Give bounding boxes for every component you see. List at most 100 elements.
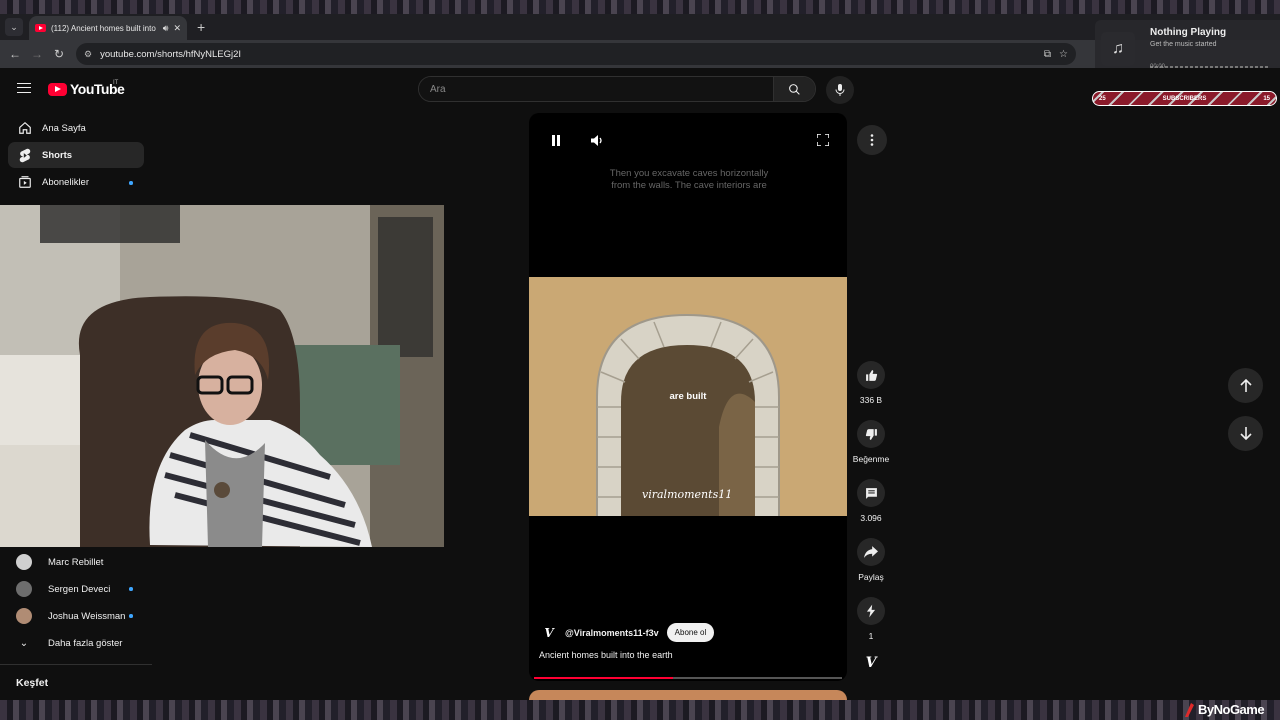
sidebar-item-label: Shorts xyxy=(42,149,73,161)
comment-icon xyxy=(865,487,877,499)
subscription-name: Sergen Deveci xyxy=(48,583,111,595)
comment-count: 3.096 xyxy=(860,513,882,523)
dislike-label: Beğenme xyxy=(852,454,890,464)
new-content-dot xyxy=(129,587,133,591)
site-info-icon[interactable]: ⚙︎ xyxy=(84,49,92,60)
sidebar-item-home[interactable]: Ana Sayfa xyxy=(8,115,144,141)
volume-icon xyxy=(590,134,602,146)
volume-button[interactable] xyxy=(587,130,607,150)
channel-name[interactable]: @Viralmoments11-f3v xyxy=(565,628,659,638)
youtube-play-logo-icon xyxy=(48,82,67,96)
search-input[interactable] xyxy=(419,77,773,101)
search-box xyxy=(418,76,816,102)
stream-frame-top xyxy=(0,0,1280,14)
video-description[interactable]: Ancient homes built into the earth xyxy=(539,650,673,660)
pause-icon xyxy=(552,134,560,146)
remix-count: 1 xyxy=(868,631,874,641)
remix-button[interactable] xyxy=(857,597,885,625)
subscriber-goal-current: 25 xyxy=(1099,95,1106,102)
subscription-sergen-deveci[interactable]: Sergen Deveci xyxy=(16,581,110,597)
bynogame-mark-icon xyxy=(1185,702,1194,717)
new-tab-button[interactable]: + xyxy=(197,19,205,35)
subscription-name: Marc Rebillet xyxy=(48,556,104,568)
subscription-marc-rebillet[interactable]: Marc Rebillet xyxy=(16,554,103,570)
explore-heading: Keşfet xyxy=(16,677,49,689)
previous-short-button[interactable] xyxy=(1228,368,1263,403)
thumbs-up-icon xyxy=(865,369,877,381)
subscriber-goal-target: 15 xyxy=(1263,95,1270,102)
video-progress-fill xyxy=(534,677,673,679)
divider xyxy=(0,664,152,665)
voice-search-button[interactable] xyxy=(826,76,854,104)
next-short-button[interactable] xyxy=(1228,416,1263,451)
subscriptions-icon xyxy=(8,175,42,189)
url-text[interactable]: youtube.com/shorts/hfNyNLEGj2I xyxy=(100,49,1036,60)
microphone-icon xyxy=(835,84,845,96)
thumbs-down-icon xyxy=(865,428,877,440)
dislike-button[interactable] xyxy=(857,420,885,448)
sidebar-item-subscriptions[interactable]: Abonelikler xyxy=(8,169,144,195)
channel-audio-avatar[interactable]: V xyxy=(861,655,881,675)
youtube-page: YouTube IT Ana Sayfa Shorts Abonelikler xyxy=(0,68,1280,700)
like-count: 336 B xyxy=(859,395,883,405)
music-note-icon: ♫ xyxy=(1101,32,1135,66)
webcam-feed-image xyxy=(0,205,444,547)
webcam-overlay xyxy=(0,205,444,547)
share-button[interactable] xyxy=(857,538,885,566)
forward-arrow-icon[interactable]: → xyxy=(26,47,48,61)
sidebar-item-shorts[interactable]: Shorts xyxy=(8,142,144,168)
back-arrow-icon[interactable]: ← xyxy=(4,47,26,61)
arrow-down-icon xyxy=(1239,427,1252,440)
home-icon xyxy=(8,121,42,135)
show-more-label: Daha fazla göster xyxy=(48,637,123,649)
avatar xyxy=(16,608,32,624)
share-arrow-icon xyxy=(864,546,878,558)
channel-avatar[interactable]: V xyxy=(541,625,557,641)
fullscreen-icon xyxy=(817,134,829,146)
avatar xyxy=(16,554,32,570)
speaker-icon[interactable]: 🔊︎ xyxy=(163,23,169,34)
address-bar[interactable]: ⚙︎ youtube.com/shorts/hfNyNLEGj2I ⧉ ☆ xyxy=(76,43,1076,65)
comments-button[interactable] xyxy=(857,479,885,507)
tab-search-button[interactable]: ⌄ xyxy=(5,18,23,36)
country-code: IT xyxy=(113,80,119,86)
next-short-preview[interactable] xyxy=(529,690,847,700)
arrow-up-icon xyxy=(1239,379,1252,392)
bynogame-text: ByNoGame xyxy=(1198,702,1265,717)
sidebar-item-label: Abonelikler xyxy=(42,176,89,188)
new-content-dot xyxy=(129,614,133,618)
shorts-icon xyxy=(8,148,42,163)
subscribe-button[interactable]: Abone ol xyxy=(666,623,715,642)
channel-row: V @Viralmoments11-f3v Abone ol xyxy=(541,623,715,642)
tab-title: (112) Ancient homes built into the earth xyxy=(51,23,158,33)
pause-button[interactable] xyxy=(546,130,566,150)
browser-tab[interactable]: (112) Ancient homes built into the earth… xyxy=(29,16,187,40)
video-progress-bar[interactable] xyxy=(534,677,842,679)
new-content-dot xyxy=(129,181,133,185)
more-options-button[interactable] xyxy=(857,125,887,155)
close-icon[interactable]: ✕ xyxy=(173,23,181,34)
avatar xyxy=(16,581,32,597)
subscription-joshua-weissman[interactable]: Joshua Weissman xyxy=(16,608,125,624)
more-vert-icon xyxy=(870,134,874,146)
menu-icon[interactable] xyxy=(17,83,31,93)
bookmark-star-icon[interactable]: ☆ xyxy=(1059,49,1068,60)
shorts-player[interactable]: Then you excavate caves horizontally fro… xyxy=(529,113,847,681)
search-icon xyxy=(789,83,800,95)
search-button[interactable] xyxy=(773,77,815,101)
subscriber-goal-banner: 25 SUBSCRIBERS 15 xyxy=(1092,91,1277,106)
stream-frame-bottom xyxy=(0,700,1280,720)
remix-icon xyxy=(866,604,876,618)
reload-icon[interactable]: ↻ xyxy=(48,47,70,61)
sidebar-item-label: Ana Sayfa xyxy=(42,122,86,134)
share-label: Paylaş xyxy=(858,572,884,582)
now-playing-title: Nothing Playing xyxy=(1150,27,1227,38)
video-caption: Then you excavate caves horizontally fro… xyxy=(609,168,769,191)
fullscreen-button[interactable] xyxy=(813,130,833,150)
subscription-name: Joshua Weissman xyxy=(48,610,126,622)
show-more-button[interactable]: ⌄ Daha fazla göster xyxy=(16,635,123,651)
like-button[interactable] xyxy=(857,361,885,389)
now-playing-subtitle: Get the music started xyxy=(1150,41,1217,48)
install-app-icon[interactable]: ⧉ xyxy=(1044,49,1051,60)
browser-tab-strip: ⌄ (112) Ancient homes built into the ear… xyxy=(0,14,1280,40)
